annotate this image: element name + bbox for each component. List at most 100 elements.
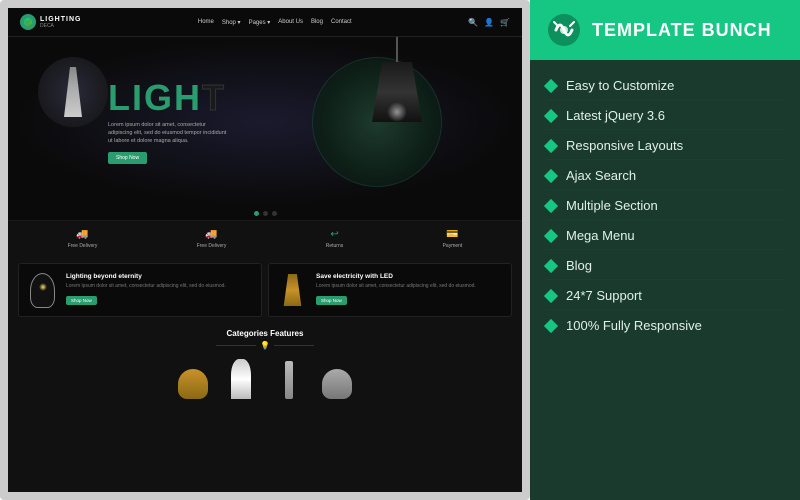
card-desc-1: Lorem ipsum dolor sit amet, consectetur … xyxy=(66,283,255,290)
diamond-icon-4 xyxy=(544,198,558,212)
feature-payment: 💳 Payment xyxy=(443,229,463,249)
feature-name-6: Blog xyxy=(566,258,592,273)
feature-name-4: Multiple Section xyxy=(566,198,658,213)
diamond-icon-7 xyxy=(544,288,558,302)
card-content-1: Lighting beyond eternity Lorem ipsum dol… xyxy=(66,273,255,308)
lamp-shade xyxy=(372,62,422,122)
cat-line-right xyxy=(274,345,314,346)
categories-title: Categories Features xyxy=(18,329,512,338)
feature-name-1: Latest jQuery 3.6 xyxy=(566,108,665,123)
feature-row-3: Ajax Search xyxy=(546,162,784,190)
cage-lamp xyxy=(30,273,55,308)
cat-line-left xyxy=(216,345,256,346)
lamp-thumb-2 xyxy=(221,354,261,399)
card-btn-1[interactable]: Shop Now xyxy=(66,296,97,305)
dot-3[interactable] xyxy=(272,211,277,216)
diamond-icon-1 xyxy=(544,108,558,122)
nav-pages[interactable]: Pages ▾ xyxy=(249,19,271,26)
right-panel: TEMPLATE BUNCH Easy to Customize Latest … xyxy=(530,0,800,500)
delivery-icon-2: 🚚 xyxy=(205,229,217,240)
hero-pagination xyxy=(8,207,522,220)
feature-row-2: Responsive Layouts xyxy=(546,132,784,160)
diamond-icon-8 xyxy=(544,318,558,332)
feature-delivery-1: 🚚 Free Delivery xyxy=(68,229,98,249)
lamp-thumb-4 xyxy=(317,354,357,399)
hero-title-dark: T xyxy=(202,77,226,118)
brand-logo-icon xyxy=(546,12,582,48)
card-desc-2: Lorem ipsum dolor sit amet, consectetur … xyxy=(316,283,505,290)
feature-returns: ↩ Returns xyxy=(326,229,344,249)
cat-bulb-icon: 💡 xyxy=(260,341,270,350)
dot-2[interactable] xyxy=(263,211,268,216)
diamond-icon-5 xyxy=(544,228,558,242)
hero-shop-button[interactable]: Shop Now xyxy=(108,152,147,164)
logo-area: 🌿 LIGHTING DECA xyxy=(20,14,81,30)
pendant-lamp xyxy=(372,37,422,122)
svg-text:🌿: 🌿 xyxy=(24,19,32,27)
delivery-label-1: Free Delivery xyxy=(68,243,98,249)
nav-blog[interactable]: Blog xyxy=(311,19,323,26)
product-card-1: Lighting beyond eternity Lorem ipsum dol… xyxy=(18,263,262,317)
wood-lamp xyxy=(282,274,304,306)
nav-icons: 🔍 👤 🛒 xyxy=(468,18,510,27)
payment-icon: 💳 xyxy=(446,229,458,240)
cat-divider: 💡 xyxy=(18,341,512,350)
feature-name-0: Easy to Customize xyxy=(566,78,674,93)
nav-links: Home Shop ▾ Pages ▾ About Us Blog Contac… xyxy=(198,19,352,26)
logo-sub: DECA xyxy=(40,23,81,29)
user-icon[interactable]: 👤 xyxy=(484,18,494,27)
lamp-thumb-1 xyxy=(173,354,213,399)
feature-name-2: Responsive Layouts xyxy=(566,138,683,153)
navbar: 🌿 LIGHTING DECA Home Shop ▾ Pages ▾ Abou… xyxy=(8,8,522,37)
feature-row-7: 24*7 Support xyxy=(546,282,784,310)
nav-about[interactable]: About Us xyxy=(278,19,303,26)
diamond-icon-6 xyxy=(544,258,558,272)
categories-section: Categories Features 💡 xyxy=(8,323,522,405)
feature-row-5: Mega Menu xyxy=(546,222,784,250)
tall-lamp xyxy=(231,359,251,399)
search-icon[interactable]: 🔍 xyxy=(468,18,478,27)
dot-1[interactable] xyxy=(254,211,259,216)
nav-home[interactable]: Home xyxy=(198,19,214,26)
feature-name-8: 100% Fully Responsive xyxy=(566,318,702,333)
diamond-icon-2 xyxy=(544,138,558,152)
logo-text-group: LIGHTING DECA xyxy=(40,16,81,29)
floor-lamp xyxy=(285,361,293,399)
features-list: Easy to Customize Latest jQuery 3.6 Resp… xyxy=(530,60,800,500)
lamp-thumb-3 xyxy=(269,354,309,399)
card-btn-2[interactable]: Shop Now xyxy=(316,296,347,305)
features-strip: 🚚 Free Delivery 🚚 Free Delivery ↩ Return… xyxy=(8,220,522,257)
lamp-thumbnails xyxy=(18,354,512,399)
feature-row-8: 100% Fully Responsive xyxy=(546,312,784,339)
delivery-icon-1: 🚚 xyxy=(76,229,88,240)
hero-section: LIGHT Lorem ipsum dolor sit amet, consec… xyxy=(8,37,522,207)
nav-shop[interactable]: Shop ▾ xyxy=(222,19,241,26)
nav-contact[interactable]: Contact xyxy=(331,19,352,26)
hero-text-area: LIGHT Lorem ipsum dolor sit amet, consec… xyxy=(108,80,228,163)
feature-row-1: Latest jQuery 3.6 xyxy=(546,102,784,130)
hero-title-light: LIGH xyxy=(108,77,202,118)
lamp-glow xyxy=(387,102,407,122)
card-content-2: Save electricity with LED Lorem ipsum do… xyxy=(316,273,505,308)
card-title-2: Save electricity with LED xyxy=(316,273,505,281)
basket-lamp xyxy=(178,369,208,399)
payment-label: Payment xyxy=(443,243,463,249)
hero-body-text: Lorem ipsum dolor sit amet, consectetur … xyxy=(108,122,228,145)
lamp-wire xyxy=(396,37,398,62)
card-title-1: Lighting beyond eternity xyxy=(66,273,255,281)
website-preview: 🌿 LIGHTING DECA Home Shop ▾ Pages ▾ Abou… xyxy=(0,0,530,500)
cart-icon[interactable]: 🛒 xyxy=(500,18,510,27)
logo-brand: LIGHTING xyxy=(40,16,81,23)
product-cards: Lighting beyond eternity Lorem ipsum dol… xyxy=(8,257,522,323)
diamond-icon-0 xyxy=(544,78,558,92)
logo-icon: 🌿 xyxy=(20,14,36,30)
feature-row-0: Easy to Customize xyxy=(546,72,784,100)
product-card-2: Save electricity with LED Lorem ipsum do… xyxy=(268,263,512,317)
hero-circle-left xyxy=(38,57,108,127)
diamond-icon-3 xyxy=(544,168,558,182)
brand-header: TEMPLATE BUNCH xyxy=(530,0,800,60)
delivery-label-2: Free Delivery xyxy=(197,243,227,249)
card-img-2 xyxy=(275,270,310,310)
returns-label: Returns xyxy=(326,243,344,249)
feature-delivery-2: 🚚 Free Delivery xyxy=(197,229,227,249)
